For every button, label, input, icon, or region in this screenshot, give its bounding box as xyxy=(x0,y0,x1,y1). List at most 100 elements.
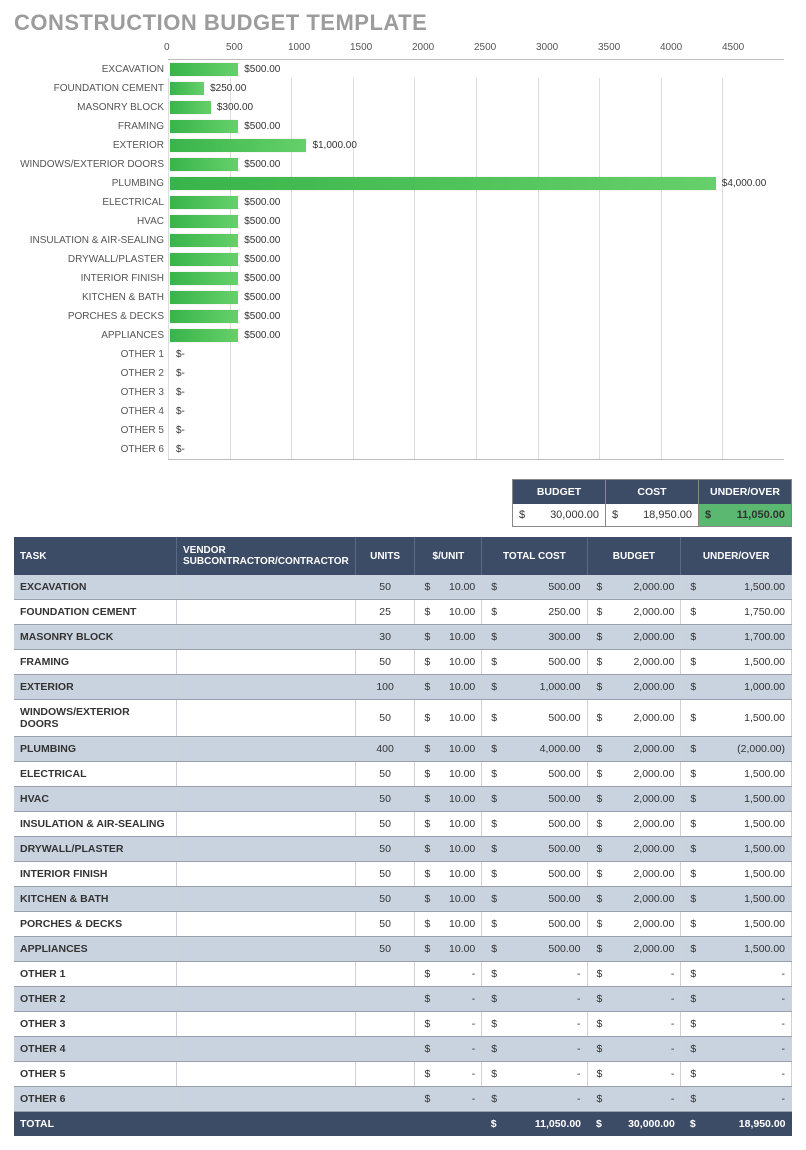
cell-task[interactable]: OTHER 3 xyxy=(14,1012,177,1037)
cell-units[interactable] xyxy=(355,1037,415,1062)
cell-units[interactable]: 30 xyxy=(355,625,415,650)
cell-vendor[interactable] xyxy=(177,962,356,987)
cell-vendor[interactable] xyxy=(177,1037,356,1062)
cell-task[interactable]: OTHER 1 xyxy=(14,962,177,987)
cell-ppu[interactable]: $10.00 xyxy=(415,600,482,625)
cell-vendor[interactable] xyxy=(177,937,356,962)
cell-vendor[interactable] xyxy=(177,762,356,787)
cell-units[interactable]: 50 xyxy=(355,762,415,787)
cell-task[interactable]: PLUMBING xyxy=(14,737,177,762)
cell-vendor[interactable] xyxy=(177,1012,356,1037)
cell-ppu[interactable]: $10.00 xyxy=(415,762,482,787)
cell-ppu[interactable]: $10.00 xyxy=(415,812,482,837)
cell-ppu[interactable]: $10.00 xyxy=(415,912,482,937)
cell-units[interactable]: 50 xyxy=(355,862,415,887)
cell-vendor[interactable] xyxy=(177,787,356,812)
cell-units[interactable] xyxy=(355,1087,415,1112)
cell-ppu[interactable]: $ - xyxy=(415,1012,482,1037)
cell-budget[interactable]: $2,000.00 xyxy=(587,650,681,675)
cell-task[interactable]: OTHER 6 xyxy=(14,1087,177,1112)
cell-ppu[interactable]: $10.00 xyxy=(415,887,482,912)
cell-ppu[interactable]: $10.00 xyxy=(415,575,482,600)
cell-units[interactable] xyxy=(355,962,415,987)
cell-budget[interactable]: $2,000.00 xyxy=(587,625,681,650)
cell-ppu[interactable]: $ - xyxy=(415,1062,482,1087)
cell-budget[interactable]: $ - xyxy=(587,1062,681,1087)
cell-budget[interactable]: $2,000.00 xyxy=(587,600,681,625)
cell-task[interactable]: INSULATION & AIR-SEALING xyxy=(14,812,177,837)
cell-task[interactable]: ELECTRICAL xyxy=(14,762,177,787)
cell-budget[interactable]: $2,000.00 xyxy=(587,862,681,887)
cell-budget[interactable]: $ - xyxy=(587,1087,681,1112)
cell-vendor[interactable] xyxy=(177,987,356,1012)
cell-task[interactable]: EXTERIOR xyxy=(14,675,177,700)
cell-task[interactable]: OTHER 4 xyxy=(14,1037,177,1062)
cell-task[interactable]: KITCHEN & BATH xyxy=(14,887,177,912)
cell-ppu[interactable]: $10.00 xyxy=(415,862,482,887)
cell-ppu[interactable]: $10.00 xyxy=(415,625,482,650)
cell-vendor[interactable] xyxy=(177,837,356,862)
cell-units[interactable]: 25 xyxy=(355,600,415,625)
cell-units[interactable]: 50 xyxy=(355,575,415,600)
cell-ppu[interactable]: $ - xyxy=(415,962,482,987)
cell-vendor[interactable] xyxy=(177,1062,356,1087)
cell-task[interactable]: OTHER 5 xyxy=(14,1062,177,1087)
cell-task[interactable]: HVAC xyxy=(14,787,177,812)
cell-units[interactable]: 100 xyxy=(355,675,415,700)
cell-budget[interactable]: $2,000.00 xyxy=(587,737,681,762)
cell-task[interactable]: INTERIOR FINISH xyxy=(14,862,177,887)
cell-ppu[interactable]: $ - xyxy=(415,1087,482,1112)
cell-vendor[interactable] xyxy=(177,1087,356,1112)
cell-units[interactable]: 50 xyxy=(355,650,415,675)
cell-units[interactable]: 50 xyxy=(355,700,415,737)
cell-units[interactable]: 400 xyxy=(355,737,415,762)
cell-vendor[interactable] xyxy=(177,912,356,937)
cell-budget[interactable]: $2,000.00 xyxy=(587,937,681,962)
cell-task[interactable]: MASONRY BLOCK xyxy=(14,625,177,650)
cell-vendor[interactable] xyxy=(177,700,356,737)
cell-budget[interactable]: $2,000.00 xyxy=(587,887,681,912)
cell-budget[interactable]: $2,000.00 xyxy=(587,762,681,787)
cell-task[interactable]: OTHER 2 xyxy=(14,987,177,1012)
cell-budget[interactable]: $2,000.00 xyxy=(587,700,681,737)
cell-units[interactable]: 50 xyxy=(355,887,415,912)
cell-ppu[interactable]: $10.00 xyxy=(415,837,482,862)
cell-ppu[interactable]: $10.00 xyxy=(415,787,482,812)
cell-units[interactable] xyxy=(355,1062,415,1087)
cell-task[interactable]: FOUNDATION CEMENT xyxy=(14,600,177,625)
cell-task[interactable]: FRAMING xyxy=(14,650,177,675)
cell-budget[interactable]: $ - xyxy=(587,1012,681,1037)
cell-budget[interactable]: $2,000.00 xyxy=(587,675,681,700)
cell-vendor[interactable] xyxy=(177,575,356,600)
cell-task[interactable]: APPLIANCES xyxy=(14,937,177,962)
cell-ppu[interactable]: $10.00 xyxy=(415,700,482,737)
cell-vendor[interactable] xyxy=(177,737,356,762)
cell-ppu[interactable]: $10.00 xyxy=(415,675,482,700)
cell-units[interactable] xyxy=(355,1012,415,1037)
cell-vendor[interactable] xyxy=(177,650,356,675)
cell-budget[interactable]: $ - xyxy=(587,1037,681,1062)
cell-task[interactable]: DRYWALL/PLASTER xyxy=(14,837,177,862)
cell-units[interactable]: 50 xyxy=(355,937,415,962)
cell-vendor[interactable] xyxy=(177,675,356,700)
cell-task[interactable]: WINDOWS/EXTERIOR DOORS xyxy=(14,700,177,737)
cell-vendor[interactable] xyxy=(177,887,356,912)
cell-units[interactable]: 50 xyxy=(355,837,415,862)
cell-units[interactable]: 50 xyxy=(355,812,415,837)
cell-ppu[interactable]: $10.00 xyxy=(415,737,482,762)
cell-budget[interactable]: $2,000.00 xyxy=(587,912,681,937)
cell-budget[interactable]: $2,000.00 xyxy=(587,575,681,600)
cell-ppu[interactable]: $ - xyxy=(415,1037,482,1062)
cell-budget[interactable]: $ - xyxy=(587,962,681,987)
cell-units[interactable] xyxy=(355,987,415,1012)
cell-vendor[interactable] xyxy=(177,600,356,625)
cell-ppu[interactable]: $ - xyxy=(415,987,482,1012)
cell-budget[interactable]: $ - xyxy=(587,987,681,1012)
cell-vendor[interactable] xyxy=(177,625,356,650)
cell-task[interactable]: PORCHES & DECKS xyxy=(14,912,177,937)
cell-ppu[interactable]: $10.00 xyxy=(415,650,482,675)
cell-budget[interactable]: $2,000.00 xyxy=(587,787,681,812)
cell-units[interactable]: 50 xyxy=(355,787,415,812)
cell-vendor[interactable] xyxy=(177,862,356,887)
cell-vendor[interactable] xyxy=(177,812,356,837)
